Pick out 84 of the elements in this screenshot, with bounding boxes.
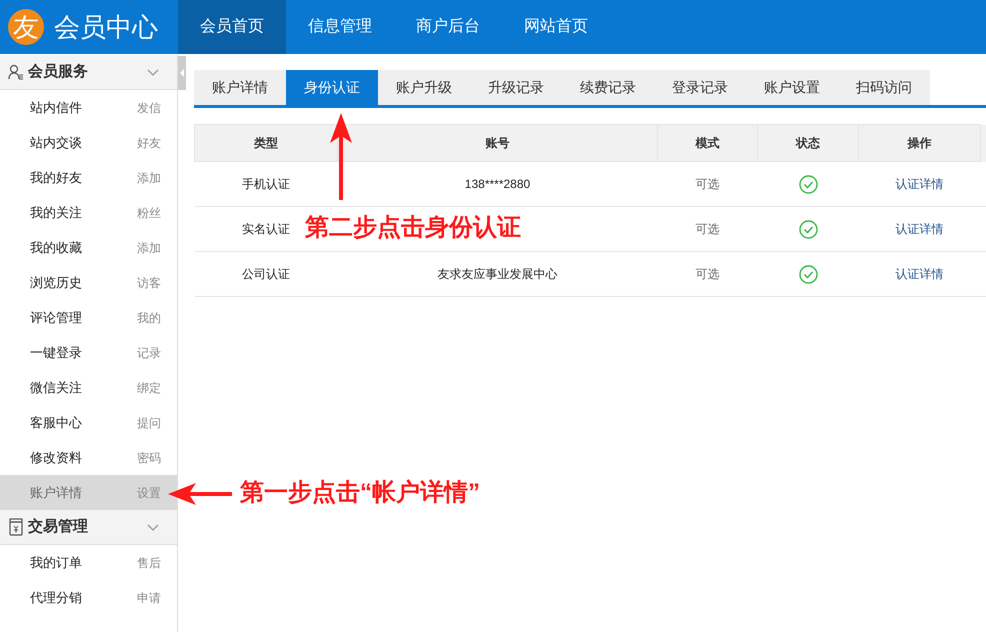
section-title: 交易管理 bbox=[28, 516, 89, 537]
sidebar-item[interactable]: 我的关注 粉丝 bbox=[0, 195, 177, 230]
item-label: 站内信件 bbox=[30, 98, 83, 117]
item-label: 站内交谈 bbox=[30, 134, 83, 152]
user-icon bbox=[8, 64, 24, 80]
chevron-icon bbox=[147, 524, 159, 530]
item-action-link[interactable]: 提问 bbox=[137, 414, 161, 432]
sidebar-item[interactable]: 站内交谈 好友 bbox=[0, 125, 177, 160]
arrow-annotation bbox=[168, 482, 232, 506]
tab[interactable]: 账户升级 bbox=[378, 70, 470, 105]
table-cell: 实名认证 bbox=[242, 222, 290, 236]
column-header: 类型 bbox=[194, 124, 338, 162]
nav-link[interactable]: 信息管理 bbox=[286, 0, 394, 54]
collapse-handle[interactable] bbox=[178, 56, 186, 90]
sidebar-item[interactable]: 我的收藏 添加 bbox=[0, 230, 177, 265]
item-action-link[interactable]: 记录 bbox=[137, 344, 161, 362]
sidebar-item[interactable]: 我的订单 售后 bbox=[0, 545, 177, 580]
item-action-link[interactable]: 好友 bbox=[137, 134, 161, 152]
chevron-icon bbox=[147, 68, 159, 76]
item-label: 客服中心 bbox=[30, 414, 83, 432]
detail-link[interactable]: 认证详情 bbox=[896, 267, 944, 281]
item-action-link[interactable]: 我的 bbox=[137, 308, 161, 326]
table-cell: 手机认证 bbox=[242, 177, 290, 191]
sidebar-item[interactable]: 客服中心 提问 bbox=[0, 405, 177, 440]
table-cell: 可选 bbox=[696, 222, 720, 236]
table-cell: 公司认证 bbox=[242, 267, 290, 281]
sidebar-item[interactable]: 我的好友 添加 bbox=[0, 160, 177, 195]
item-label: 浏览历史 bbox=[30, 274, 83, 292]
item-label: 账户详情 bbox=[30, 484, 83, 502]
column-header: 操作 bbox=[858, 124, 980, 162]
tab[interactable]: 升级记录 bbox=[470, 70, 562, 105]
tab[interactable]: 身份认证 bbox=[286, 70, 378, 105]
table-cell: 138****2880 bbox=[464, 177, 530, 191]
item-action-link[interactable]: 申请 bbox=[137, 588, 161, 606]
sidebar-item[interactable]: 微信关注 绑定 bbox=[0, 370, 177, 405]
section-header[interactable]: 交易管理 bbox=[0, 510, 177, 545]
item-label: 一键登录 bbox=[30, 344, 83, 362]
annotation-text: 第二步点击身份认证 bbox=[305, 213, 521, 243]
item-action-link[interactable]: 绑定 bbox=[137, 378, 161, 396]
nav-link[interactable]: 网站首页 bbox=[502, 0, 610, 54]
sidebar-item[interactable]: 修改资料 密码 bbox=[0, 440, 177, 475]
tab[interactable]: 账户详情 bbox=[194, 70, 286, 105]
item-label: 我的订单 bbox=[30, 554, 83, 572]
column-header: 状态 bbox=[758, 124, 858, 162]
item-action-link[interactable]: 发信 bbox=[137, 98, 161, 116]
sidebar-item[interactable]: 一键登录 记录 bbox=[0, 335, 177, 370]
caret-icon bbox=[180, 69, 184, 77]
table-cell: 可选 bbox=[696, 267, 720, 281]
site-title: 会员中心 bbox=[54, 10, 158, 44]
sidebar-item[interactable]: 代理分销 申请 bbox=[0, 580, 177, 615]
item-action-link[interactable]: 密码 bbox=[137, 448, 161, 466]
logo: 友 bbox=[8, 9, 44, 45]
tab[interactable]: 续费记录 bbox=[562, 70, 654, 105]
item-label: 我的好友 bbox=[30, 168, 83, 187]
table-cell: 友求友应事业发展中心 bbox=[438, 267, 558, 281]
sidebar-item[interactable]: 评论管理 我的 bbox=[0, 300, 177, 335]
item-action-link[interactable]: 添加 bbox=[137, 168, 161, 186]
item-label: 我的关注 bbox=[30, 204, 83, 222]
detail-link[interactable]: 认证详情 bbox=[896, 222, 944, 236]
nav-link[interactable]: 商户后台 bbox=[394, 0, 502, 54]
tab[interactable]: 登录记录 bbox=[654, 70, 746, 105]
wallet-icon bbox=[8, 518, 24, 536]
section-header[interactable]: 会员服务 bbox=[0, 55, 177, 90]
section-title: 会员服务 bbox=[28, 62, 89, 82]
item-label: 评论管理 bbox=[30, 308, 83, 327]
item-action-link[interactable]: 售后 bbox=[137, 554, 161, 572]
column-header: 模式 bbox=[658, 124, 758, 162]
column-header: 账号 bbox=[338, 124, 658, 162]
table-cell: 可选 bbox=[696, 177, 720, 191]
annotation-text: 第一步点击“帐户详情” bbox=[240, 478, 480, 508]
sidebar-item[interactable]: 账户详情 设置 bbox=[0, 475, 177, 510]
nav-link[interactable]: 会员首页 bbox=[178, 0, 286, 54]
item-action-link[interactable]: 粉丝 bbox=[137, 204, 161, 222]
item-action-link[interactable]: 访客 bbox=[137, 274, 161, 292]
item-label: 我的收藏 bbox=[30, 238, 83, 257]
detail-link[interactable]: 认证详情 bbox=[896, 177, 944, 191]
sidebar-item[interactable]: 浏览历史 访客 bbox=[0, 265, 177, 300]
tab[interactable]: 账户设置 bbox=[746, 70, 838, 105]
item-label: 代理分销 bbox=[30, 588, 83, 607]
tab[interactable]: 扫码访问 bbox=[838, 70, 930, 105]
item-label: 修改资料 bbox=[30, 448, 83, 467]
sidebar-item[interactable]: 站内信件 发信 bbox=[0, 90, 177, 125]
item-action-link[interactable]: 添加 bbox=[137, 238, 161, 256]
item-label: 微信关注 bbox=[30, 378, 83, 397]
